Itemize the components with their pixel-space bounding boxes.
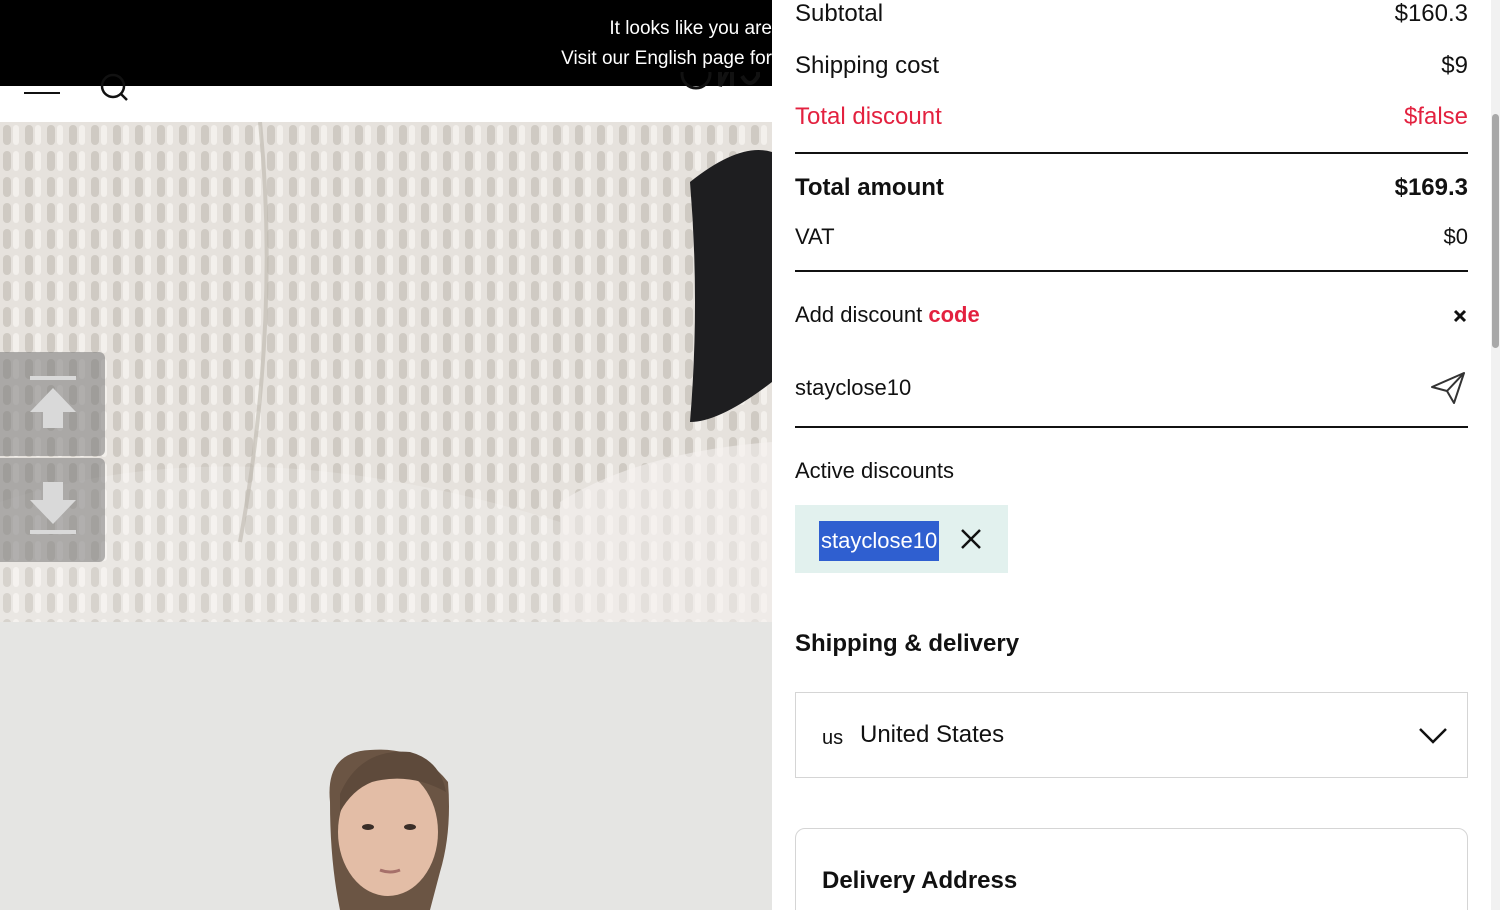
delivery-address-heading: Delivery Address (822, 867, 1018, 894)
cart-drawer: Subtotal $160.3 Shipping cost $9 Total d… (772, 0, 1500, 910)
vat-value: $0 (1443, 224, 1468, 249)
arrow-down-icon (30, 482, 76, 534)
active-discount-chip: stayclose10 (795, 505, 1008, 573)
chevron-down-icon (1419, 728, 1447, 744)
x-icon[interactable] (959, 527, 983, 551)
active-discount-code: stayclose10 (819, 521, 940, 561)
scroll-down-button[interactable] (0, 458, 105, 562)
vat-row: VAT $0 (795, 224, 1468, 258)
subtotal-value: $160.3 (1394, 0, 1468, 27)
discount-code-header[interactable]: Add discount code (795, 302, 1468, 332)
delivery-address-card: Delivery Address (795, 828, 1468, 910)
discount-code-title: Add discount code (795, 302, 980, 328)
apply-discount-button[interactable] (1428, 370, 1468, 406)
divider (795, 152, 1468, 154)
scroll-up-button[interactable] (0, 352, 105, 456)
hamburger-icon[interactable] (24, 86, 60, 94)
total-discount-label: Total discount (795, 103, 942, 130)
subtotal-row: Subtotal $160.3 (795, 0, 1468, 34)
total-amount-label: Total amount (795, 174, 944, 201)
total-discount-value: $false (1403, 103, 1468, 130)
country-name: United States (860, 721, 1005, 748)
site-header (0, 72, 772, 122)
banner-line-2[interactable]: Visit our English page for (561, 48, 772, 70)
banner-line-1: It looks like you are (609, 18, 772, 39)
total-discount-row: Total discount $false (795, 103, 1468, 137)
product-photo-knit-blanket (0, 122, 772, 622)
discount-title-emphasis: code (928, 302, 980, 327)
discount-code-field (795, 360, 1468, 428)
country-code: us (822, 727, 844, 749)
divider (795, 270, 1468, 272)
discount-code-input[interactable] (795, 370, 1395, 406)
vat-label: VAT (795, 224, 835, 249)
storefront-page: It looks like you are Visit our English … (0, 0, 772, 910)
shipping-cost-label: Shipping cost (795, 52, 940, 79)
country-select[interactable]: us United States (795, 692, 1468, 778)
paper-plane-icon (1431, 372, 1465, 404)
search-icon[interactable] (96, 72, 128, 104)
close-icon[interactable] (1452, 308, 1468, 324)
total-amount-value: $169.3 (1394, 174, 1468, 201)
shipping-delivery-heading: Shipping & delivery (795, 630, 1020, 657)
active-discounts-label: Active discounts (795, 458, 954, 483)
subtotal-label: Subtotal (795, 0, 884, 27)
scrollbar-thumb[interactable] (1492, 114, 1499, 348)
shipping-cost-row: Shipping cost $9 (795, 52, 1468, 86)
total-amount-row: Total amount $169.3 (795, 174, 1468, 208)
drawer-scrollbar[interactable] (1491, 0, 1500, 910)
arrow-up-icon (30, 376, 76, 428)
brand-logo[interactable] (680, 72, 772, 96)
product-photo-model (0, 622, 772, 910)
shipping-cost-value: $9 (1441, 52, 1468, 79)
discount-title-prefix: Add discount (795, 302, 923, 327)
